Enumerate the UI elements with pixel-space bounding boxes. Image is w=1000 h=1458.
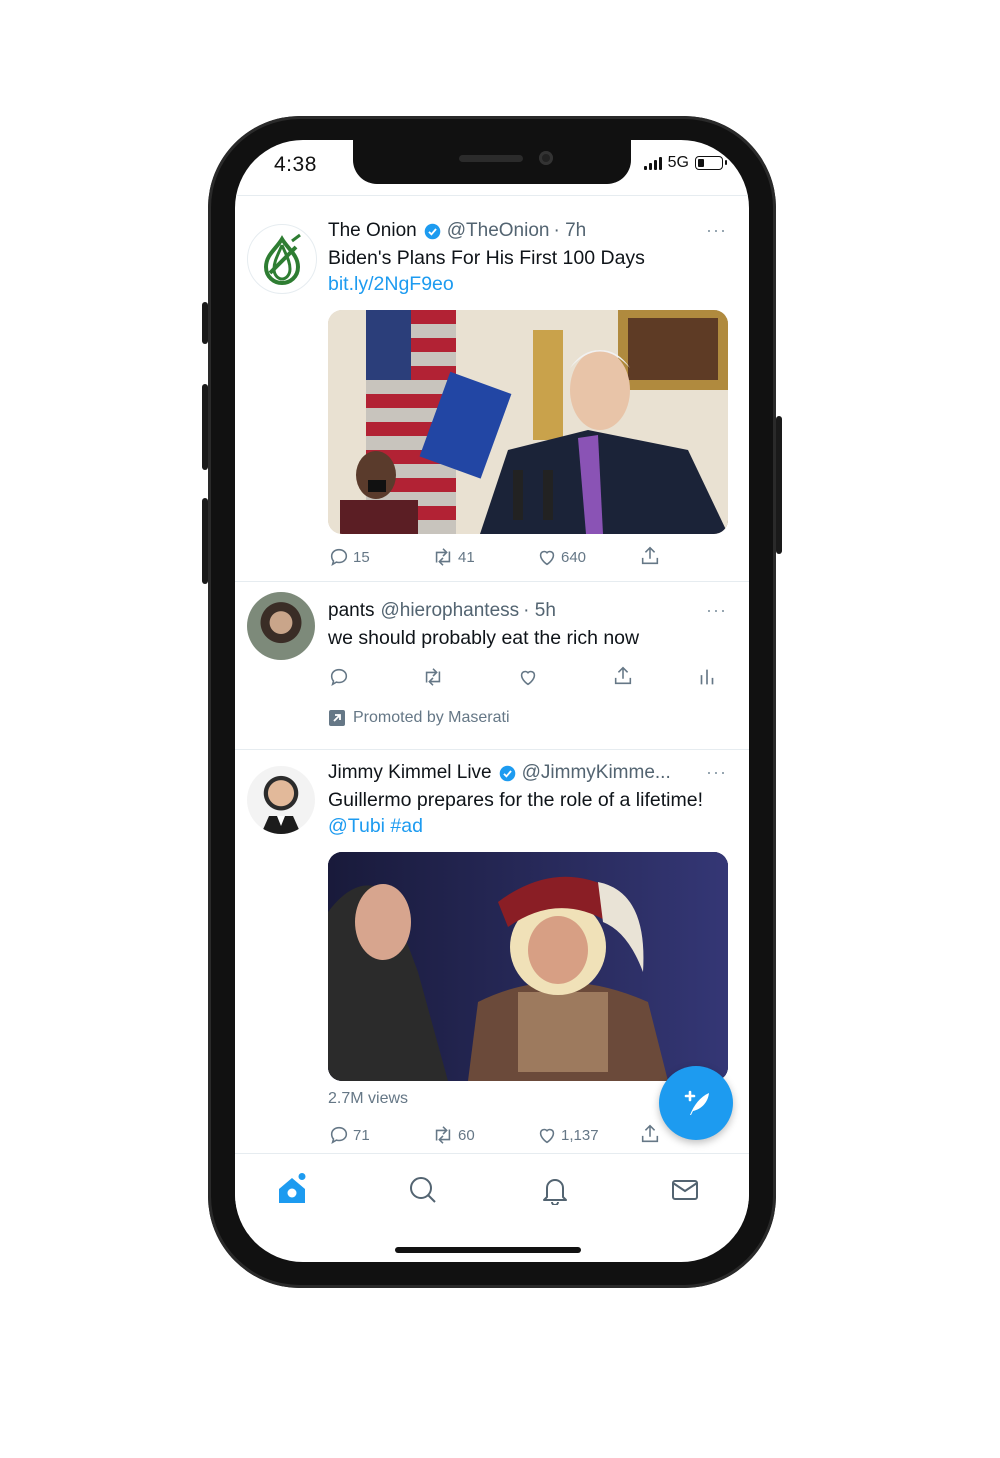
avatar[interactable]	[247, 766, 315, 834]
reply-button[interactable]	[328, 666, 350, 688]
tab-notifications[interactable]	[535, 1170, 575, 1210]
volume-up-button	[202, 384, 208, 470]
promoted-icon	[329, 710, 345, 726]
compose-feather-icon	[684, 1090, 709, 1115]
like-button[interactable]	[517, 666, 539, 688]
tweet-text: we should probably eat the rich now	[328, 627, 640, 649]
promoted-text: Promoted by Maserati	[353, 709, 510, 726]
tweet-body: Biden's Plans For His First 100 Days	[328, 247, 645, 269]
author-name[interactable]: pants	[328, 600, 374, 622]
home-indicator[interactable]	[395, 1247, 581, 1253]
share-icon	[641, 1124, 659, 1143]
author-handle[interactable]: @JimmyKimme...	[522, 762, 671, 784]
network-label: 5G	[667, 154, 689, 171]
share-icon	[614, 666, 632, 685]
like-button[interactable]: 640	[536, 546, 586, 568]
retweet-button[interactable]: 60	[431, 1124, 475, 1146]
header-divider	[235, 195, 749, 196]
notch	[353, 140, 631, 184]
reply-count: 15	[353, 548, 370, 566]
bell-icon	[543, 1179, 567, 1205]
heart-icon	[539, 550, 555, 566]
mail-icon	[672, 1180, 698, 1200]
reply-count: 71	[353, 1126, 370, 1144]
share-icon	[641, 546, 659, 565]
mute-switch	[202, 302, 208, 344]
tweet-header: pants @hierophantess · 5h	[328, 600, 727, 622]
signal-icon	[643, 156, 662, 170]
search-icon	[410, 1177, 436, 1203]
like-count: 1,137	[561, 1126, 599, 1144]
kimmel-portrait-icon	[261, 816, 301, 834]
tweet-card[interactable]: pants @hierophantess · 5h ··· we should …	[235, 582, 749, 750]
author-handle[interactable]: @hierophantess	[380, 600, 519, 622]
tweet-image[interactable]	[328, 310, 728, 534]
retweet-button[interactable]	[421, 666, 445, 688]
tweet-time: · 5h	[523, 600, 556, 621]
views-count: 2.7M views	[328, 1090, 409, 1107]
share-button[interactable]	[612, 665, 634, 687]
heart-icon	[539, 1128, 555, 1144]
status-time: 4:38	[274, 153, 317, 176]
author-name[interactable]: Jimmy Kimmel Live	[328, 762, 492, 784]
reply-icon	[330, 1126, 348, 1144]
avatar[interactable]	[247, 592, 315, 660]
verified-badge-icon	[499, 765, 515, 781]
phone-screen: 4:38 5G The Onion @TheOnion · 7h ··· Bid…	[235, 140, 749, 1262]
analytics-icon	[700, 669, 714, 685]
tweet-time: · 7h	[553, 220, 587, 241]
author-name[interactable]: The Onion	[328, 220, 417, 242]
reply-button[interactable]: 71	[328, 1124, 370, 1146]
tab-home[interactable]	[272, 1170, 312, 1210]
analytics-button[interactable]	[697, 666, 717, 688]
more-options-icon[interactable]: ···	[706, 220, 727, 241]
share-button[interactable]	[639, 1123, 661, 1145]
tweet-header: The Onion @TheOnion · 7h	[328, 220, 727, 242]
avatar[interactable]	[247, 224, 317, 294]
tweet-text: Biden's Plans For His First 100 Days bit…	[328, 245, 727, 297]
power-button	[776, 416, 782, 554]
author-handle[interactable]: @TheOnion	[447, 220, 550, 242]
compose-tweet-button[interactable]	[659, 1066, 733, 1140]
heart-icon	[520, 670, 536, 686]
retweet-icon	[435, 548, 451, 566]
promoted-label[interactable]: Promoted by Maserati	[329, 709, 510, 727]
like-button[interactable]: 1,137	[536, 1124, 599, 1146]
status-indicators: 5G	[643, 154, 727, 172]
retweet-icon	[425, 668, 441, 686]
retweet-button[interactable]: 41	[431, 546, 475, 568]
video-thumbnail-icon	[328, 852, 728, 1081]
like-count: 640	[561, 548, 587, 566]
tweet-mentions[interactable]: @Tubi #ad	[328, 813, 727, 839]
more-options-icon[interactable]: ···	[706, 762, 727, 783]
onion-logo-icon	[263, 233, 301, 286]
tweet-card[interactable]: The Onion @TheOnion · 7h ··· Biden's Pla…	[235, 208, 749, 582]
reply-icon	[330, 548, 348, 566]
battery-icon	[695, 156, 727, 170]
tweet-header: Jimmy Kimmel Live @JimmyKimme...	[328, 762, 727, 784]
tweet-link[interactable]: bit.ly/2NgF9eo	[328, 273, 454, 295]
tweet-text: Guillermo prepares for the role of a lif…	[328, 787, 727, 839]
bottom-tab-bar	[235, 1153, 749, 1234]
more-options-icon[interactable]: ···	[706, 600, 727, 621]
verified-badge-icon	[424, 223, 441, 239]
reply-icon	[330, 668, 348, 686]
volume-down-button	[202, 498, 208, 584]
tab-messages[interactable]	[665, 1170, 705, 1210]
retweet-count: 60	[458, 1126, 475, 1144]
home-icon	[279, 1173, 306, 1203]
retweet-icon	[435, 1126, 451, 1144]
tweet-body: Guillermo prepares for the role of a lif…	[328, 789, 703, 811]
press-photo-icon	[328, 310, 728, 534]
retweet-count: 41	[458, 548, 475, 566]
tweet-video[interactable]	[328, 852, 728, 1081]
tab-search[interactable]	[403, 1170, 443, 1210]
share-button[interactable]	[639, 545, 661, 567]
reply-button[interactable]: 15	[328, 546, 370, 568]
